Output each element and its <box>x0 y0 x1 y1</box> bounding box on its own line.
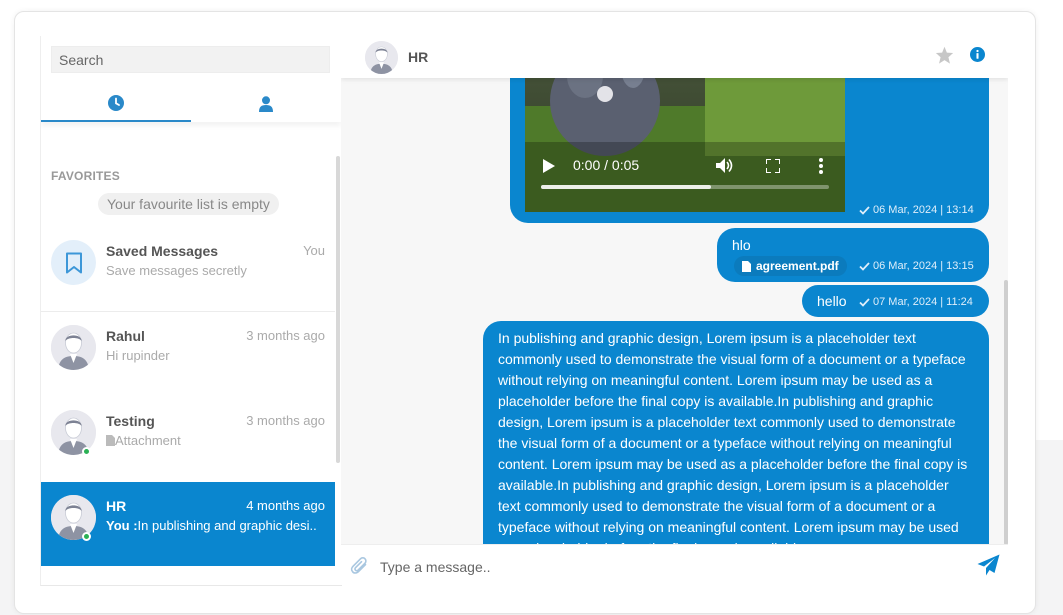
user-icon <box>259 96 273 112</box>
fullscreen-icon[interactable] <box>766 159 780 173</box>
file-icon <box>742 260 751 272</box>
default-user-avatar-icon <box>365 41 398 74</box>
message-preview: In publishing and graphic desi.. <box>137 518 317 533</box>
message-timestamp: 07 Mar, 2024 | 11:24 <box>873 296 973 308</box>
file-icon <box>106 435 115 446</box>
message-meta: 06 Mar, 2024 | 13:15 <box>859 260 974 272</box>
video-time: 0:00 / 0:05 <box>573 157 640 173</box>
clock-icon <box>108 95 124 111</box>
bookmark-icon <box>65 252 82 273</box>
avatar <box>51 325 96 370</box>
contact-time: You <box>303 243 325 258</box>
message-text: hello <box>817 293 847 309</box>
contact-last-message: Attachment <box>106 433 321 448</box>
attach-button[interactable] <box>350 556 370 581</box>
contact-rahul[interactable]: Rahul 3 months ago Hi rupinder <box>41 312 335 396</box>
sidebar-tabs <box>41 86 341 122</box>
message-bubble: hello 07 Mar, 2024 | 11:24 <box>802 285 989 317</box>
message-timestamp: 06 Mar, 2024 | 13:15 <box>873 260 974 272</box>
contact-name: Testing <box>106 413 155 429</box>
video-progress-fill <box>541 185 711 189</box>
chat-panel: HR 0:00 / 0:05 06 Mar, 2024 | 13:14 hlo … <box>341 36 1008 585</box>
send-icon <box>977 554 1000 576</box>
file-name: agreement.pdf <box>756 259 839 273</box>
attachment-label: Attachment <box>115 433 181 448</box>
favorites-empty-message: Your favourite list is empty <box>98 193 279 215</box>
star-icon <box>935 46 954 64</box>
contact-last-message: You :In publishing and graphic desi.. <box>106 518 321 533</box>
default-user-avatar-icon <box>51 325 96 370</box>
contact-last-message: Hi rupinder <box>106 348 170 363</box>
online-status-dot <box>82 532 91 541</box>
message-composer <box>341 544 1008 585</box>
you-prefix: You : <box>106 518 138 533</box>
message-text: hlo <box>732 237 751 253</box>
tab-recent[interactable] <box>41 86 191 122</box>
contact-time: 4 months ago <box>246 498 325 513</box>
contact-hr[interactable]: HR 4 months ago You :In publishing and g… <box>41 482 335 566</box>
contact-name: Rahul <box>106 328 145 344</box>
more-options-icon[interactable] <box>819 158 823 174</box>
message-bubble: hlo agreement.pdf 06 Mar, 2024 | 13:15 <box>717 228 989 282</box>
sidebar: FAVORITES Your favourite list is empty S… <box>40 36 342 586</box>
check-icon <box>859 205 870 215</box>
send-button[interactable] <box>977 554 1000 581</box>
favorites-title: FAVORITES <box>51 169 120 183</box>
play-icon[interactable] <box>543 159 555 173</box>
tab-contacts[interactable] <box>191 86 341 122</box>
info-icon <box>970 47 985 62</box>
search-input[interactable] <box>51 46 330 73</box>
chat-scrollbar[interactable] <box>1004 280 1008 545</box>
online-status-dot <box>82 447 91 456</box>
contact-name: Saved Messages <box>106 243 219 259</box>
contact-saved-messages[interactable]: Saved Messages You Save messages secretl… <box>41 227 335 312</box>
chat-header: HR <box>341 36 1008 78</box>
sidebar-scrollbar[interactable] <box>336 156 340 463</box>
message-text: In publishing and graphic design, Lorem … <box>498 330 968 556</box>
contact-name: HR <box>106 498 127 514</box>
contact-testing[interactable]: Testing 3 months ago Attachment <box>41 397 335 481</box>
volume-icon[interactable] <box>716 158 733 173</box>
paperclip-icon <box>350 557 367 574</box>
video-progress-bar[interactable] <box>541 185 829 189</box>
message-meta: 07 Mar, 2024 | 11:24 <box>859 296 973 308</box>
video-controls: 0:00 / 0:05 <box>525 142 845 212</box>
message-input[interactable] <box>378 554 942 580</box>
info-button[interactable] <box>970 47 985 67</box>
contact-time: 3 months ago <box>246 413 325 428</box>
message-timestamp: 06 Mar, 2024 | 13:14 <box>873 204 974 216</box>
chat-title: HR <box>408 49 429 65</box>
message-meta: 06 Mar, 2024 | 13:14 <box>859 204 974 216</box>
avatar <box>51 240 96 285</box>
check-icon <box>859 261 870 271</box>
chat-avatar[interactable] <box>365 41 398 74</box>
contact-last-message: Save messages secretly <box>106 263 247 278</box>
messenger-app: FAVORITES Your favourite list is empty S… <box>40 36 1008 586</box>
check-icon <box>859 297 870 307</box>
favorite-button[interactable] <box>935 46 954 69</box>
contact-time: 3 months ago <box>246 328 325 343</box>
file-attachment-link[interactable]: agreement.pdf <box>734 256 847 276</box>
